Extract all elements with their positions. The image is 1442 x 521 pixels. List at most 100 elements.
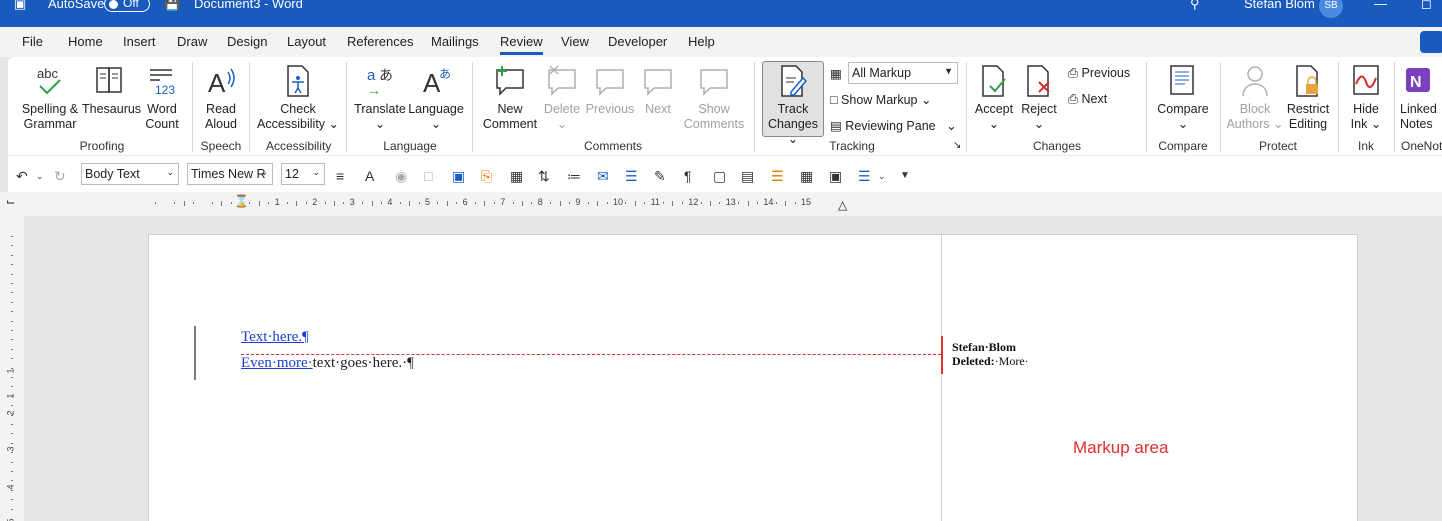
delete-comment-button[interactable]: Delete ⌄ xyxy=(540,64,584,132)
restrict-editing-button[interactable]: Restrict Editing xyxy=(1284,64,1332,132)
next-change-button[interactable]: ⎙ Next xyxy=(1068,92,1107,107)
tab-insert[interactable]: Insert xyxy=(123,34,156,49)
ruler-tick xyxy=(11,254,13,256)
linked-notes-button[interactable]: N Linked Notes xyxy=(1400,64,1442,132)
insert-link-icon[interactable]: ⎘ xyxy=(481,168,492,185)
indent-marker-icon[interactable]: ⌛ xyxy=(234,194,249,208)
tab-developer[interactable]: Developer xyxy=(608,34,667,49)
tab-help[interactable]: Help xyxy=(688,34,715,49)
dialog-launcher-icon[interactable]: ↘ xyxy=(953,140,961,151)
language-button[interactable]: Aあ Language ⌄ xyxy=(408,64,464,132)
tab-selector-icon[interactable]: ⌙ xyxy=(6,195,15,208)
maximize-icon[interactable]: ◻ xyxy=(1421,0,1432,12)
ruler-tick xyxy=(493,202,495,204)
markup-display-select[interactable]: All Markup ▼ xyxy=(848,62,958,84)
translate-button[interactable]: a あ → Translate ⌄ xyxy=(354,64,406,132)
reject-button[interactable]: Reject ⌄ xyxy=(1018,64,1060,132)
tab-home[interactable]: Home xyxy=(68,34,103,49)
document-page[interactable] xyxy=(148,234,1358,521)
shading-icon[interactable]: ◉ xyxy=(395,168,407,185)
next-comment-button[interactable]: Next xyxy=(638,64,678,117)
previous-change-button[interactable]: ⎙ Previous xyxy=(1068,66,1130,81)
document-icon[interactable]: ▦ xyxy=(800,168,813,185)
ruler-tick xyxy=(11,320,13,322)
chevron-down-icon[interactable]: ⌄ xyxy=(878,171,886,182)
track-changes-content[interactable]: Track Changes ⌄ xyxy=(762,64,824,147)
bullets-icon[interactable]: ☰ xyxy=(625,168,638,185)
tab-review[interactable]: Review xyxy=(500,34,543,55)
chevron-down-icon: ▼ xyxy=(944,66,953,76)
ruler-tick xyxy=(11,311,13,313)
list-icon[interactable]: ☰ xyxy=(858,168,871,185)
tab-view[interactable]: View xyxy=(561,34,589,49)
tab-draw[interactable]: Draw xyxy=(177,34,207,49)
group-label-ink: Ink xyxy=(1357,139,1374,153)
tab-references[interactable]: References xyxy=(347,34,413,49)
spelling-grammar-button[interactable]: abc Spelling & Grammar xyxy=(18,64,82,132)
ruler-number: 13 xyxy=(725,197,736,207)
image-icon[interactable]: ▣ xyxy=(829,168,842,185)
markup-area-divider xyxy=(941,234,942,521)
avatar[interactable]: SB xyxy=(1319,0,1343,18)
font-select[interactable]: Times New R ⌄ xyxy=(187,163,273,185)
comment-icon[interactable]: ✉ xyxy=(597,168,609,185)
thesaurus-label: Thesaurus xyxy=(82,102,142,116)
ruler-tick xyxy=(11,358,13,360)
accept-button[interactable]: Accept ⌄ xyxy=(972,64,1016,132)
previous-comment-button[interactable]: Previous xyxy=(584,64,636,117)
tab-layout[interactable]: Layout xyxy=(287,34,326,49)
chevron-down-icon[interactable]: ⌄ xyxy=(36,171,44,182)
text-box-icon[interactable]: ▣ xyxy=(452,168,465,185)
check-doc-icon[interactable]: ✎ xyxy=(654,168,666,185)
blank-page-icon[interactable]: ▢ xyxy=(713,168,726,185)
clear-format-icon[interactable]: □ xyxy=(424,168,432,184)
customize-toolbar-icon[interactable]: ▼ xyxy=(900,170,910,181)
user-name[interactable]: Stefan Blom xyxy=(1244,0,1315,11)
block-authors-button[interactable]: Block Authors ⌄ xyxy=(1226,64,1284,132)
ruler-tick xyxy=(569,202,570,204)
paragraph-mark-icon[interactable]: ¶ xyxy=(684,168,692,184)
vertical-ruler[interactable]: 112345 xyxy=(0,216,24,521)
tab-file[interactable]: File xyxy=(22,34,43,49)
sort-icon[interactable]: ⇅ xyxy=(538,168,550,185)
accessibility-icon xyxy=(287,65,309,97)
table-icon[interactable]: ▦ xyxy=(510,168,523,185)
thesaurus-button[interactable]: Thesaurus xyxy=(82,64,142,117)
reviewing-pane-button[interactable]: ▤ Reviewing Pane ⌄ xyxy=(830,118,957,133)
redo-icon[interactable]: ↻ xyxy=(54,168,66,185)
tab-design[interactable]: Design xyxy=(227,34,267,49)
check-accessibility-button[interactable]: Check Accessibility ⌄ xyxy=(256,64,340,132)
horizontal-ruler[interactable]: 1 2 3 4 5 6 7 8 9 10 11 12 13 14 15 xyxy=(148,197,938,210)
picture-icon[interactable]: ▤ xyxy=(741,168,754,185)
highlight-icon[interactable]: ☰ xyxy=(771,168,784,185)
document-line-1[interactable]: Text·here.¶ xyxy=(241,329,309,346)
svg-text:あ: あ xyxy=(439,67,451,81)
autosave-toggle[interactable]: Off xyxy=(104,0,150,12)
show-comments-button[interactable]: Show Comments xyxy=(680,64,748,132)
line-spacing-icon[interactable]: ≡ xyxy=(336,168,344,184)
undo-icon[interactable]: ↶ xyxy=(16,168,28,185)
hide-ink-button[interactable]: Hide Ink ⌄ xyxy=(1344,64,1388,132)
save-icon[interactable]: 💾 xyxy=(164,0,180,12)
minimize-icon[interactable]: — xyxy=(1374,0,1387,11)
read-aloud-button[interactable]: A Read Aloud xyxy=(198,64,244,132)
tab-mailings[interactable]: Mailings xyxy=(431,34,479,49)
next-change-label: Next xyxy=(1081,92,1108,106)
font-size-select[interactable]: 12 ⌄ xyxy=(281,163,325,185)
style-select[interactable]: Body Text ⌄ xyxy=(81,163,179,185)
search-icon[interactable]: ⚲ xyxy=(1190,0,1200,12)
align-icon[interactable]: ≔ xyxy=(567,168,581,185)
show-markup-button[interactable]: □ Show Markup ⌄ xyxy=(830,92,931,107)
revision-balloon[interactable]: Stefan·Blom Deleted:·More· xyxy=(952,340,1029,368)
right-indent-icon[interactable]: △ xyxy=(838,198,847,212)
word-count-button[interactable]: 123 Word Count xyxy=(140,64,184,132)
document-line-2[interactable]: Even·more·text·goes·here.·¶ xyxy=(241,355,414,372)
ruler-tick xyxy=(11,301,13,303)
font-color-icon[interactable]: A xyxy=(365,168,374,184)
group-label-tracking: Tracking xyxy=(829,139,875,153)
word-logo-icon[interactable]: ▣ xyxy=(14,0,26,12)
share-button[interactable] xyxy=(1420,31,1442,53)
autosave-label: AutoSave xyxy=(48,0,105,11)
compare-button[interactable]: Compare ⌄ xyxy=(1152,64,1214,132)
new-comment-button[interactable]: New Comment xyxy=(480,64,540,132)
